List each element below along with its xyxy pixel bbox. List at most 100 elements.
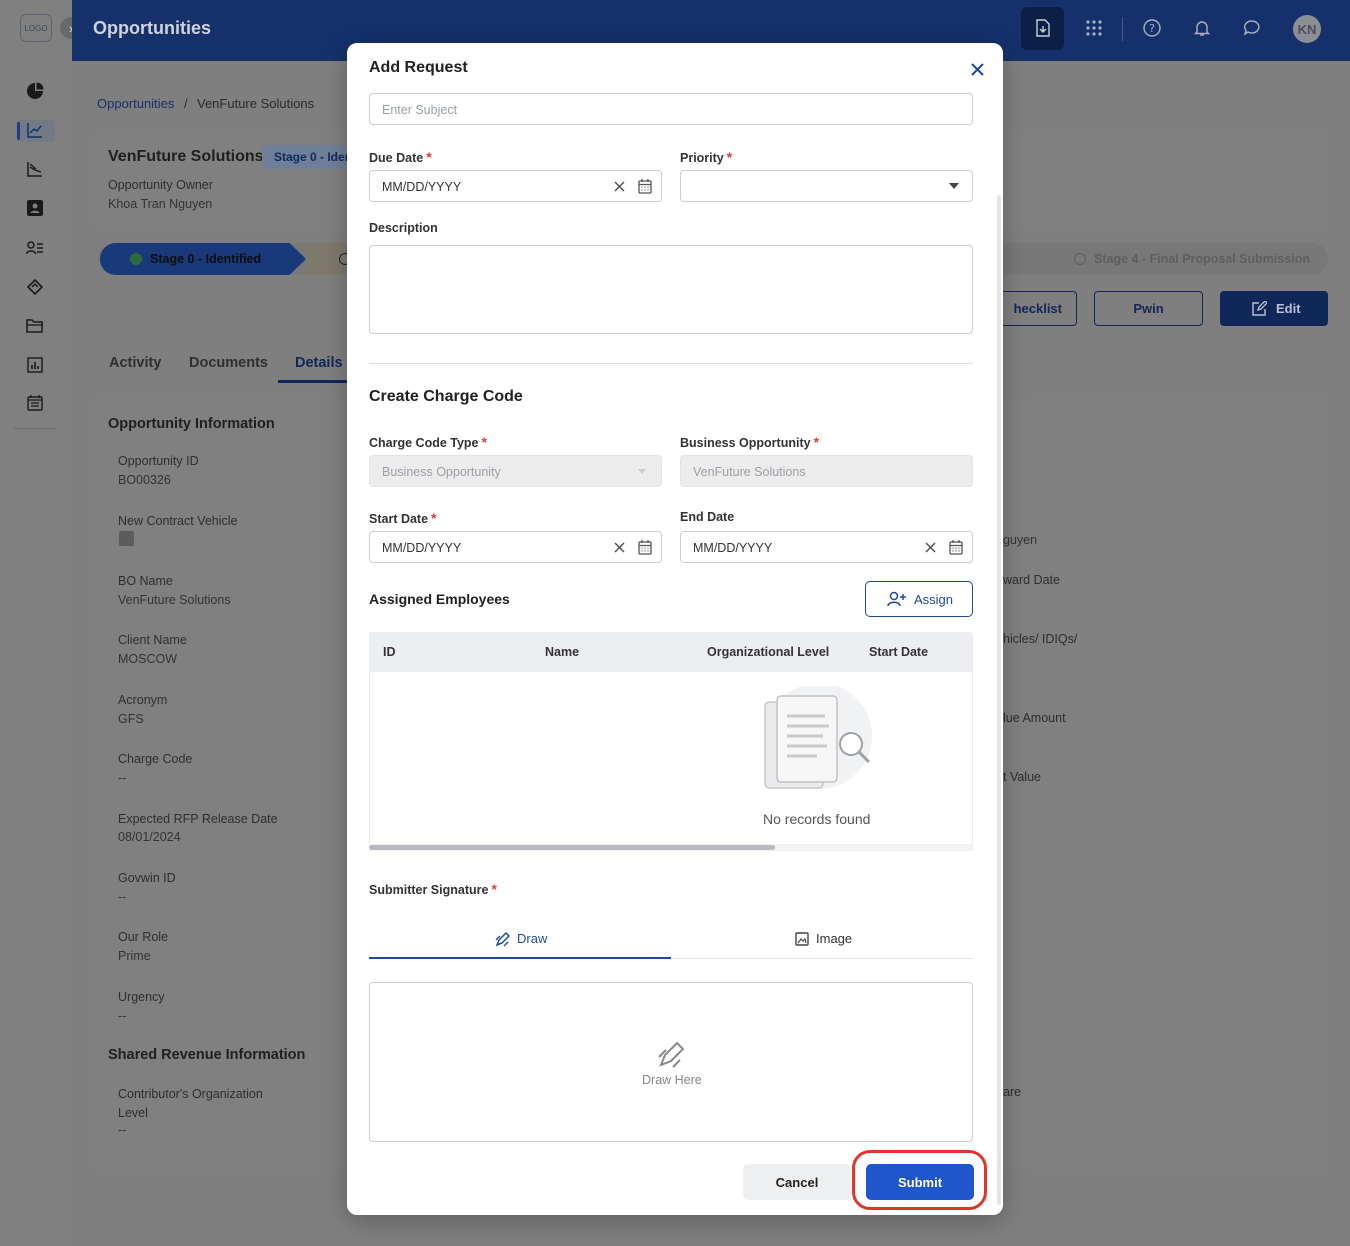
- tab-draw-underline: [369, 957, 671, 959]
- chevron-down-icon: [638, 469, 646, 474]
- field-label: Contributor's Organization Level: [118, 1087, 263, 1120]
- download-icon: [1031, 16, 1055, 40]
- field-value: --: [118, 771, 127, 785]
- signature-label: Submitter Signature *: [369, 881, 497, 897]
- field-value: BO00326: [118, 473, 171, 487]
- topbar-divider: [1122, 17, 1123, 41]
- stage-check-icon: [130, 253, 142, 265]
- contract-vehicle-checkbox[interactable]: [119, 531, 134, 546]
- subject-input[interactable]: Enter Subject: [369, 93, 973, 125]
- start-date-input[interactable]: MM/DD/YYYY: [369, 531, 662, 563]
- logo: LOGO: [20, 14, 52, 42]
- field-value: guyen: [1003, 533, 1038, 547]
- line-chart-icon[interactable]: [25, 159, 45, 179]
- no-records-illustration-icon: [764, 686, 872, 789]
- empty-state-text: No records found: [763, 811, 871, 827]
- field-value: --: [118, 1123, 127, 1137]
- end-date-label: End Date: [680, 510, 735, 524]
- tab-documents[interactable]: Documents: [189, 355, 268, 371]
- due-date-label: Due Date *: [369, 149, 432, 165]
- field-value: --: [118, 1009, 127, 1023]
- chat-icon[interactable]: [1240, 16, 1264, 40]
- stage-badge: Stage 0 - Ider: [262, 145, 350, 169]
- trend-chart-icon[interactable]: [25, 120, 45, 140]
- calendar-icon: [638, 540, 652, 555]
- sidebar-divider: [14, 428, 56, 429]
- opportunity-name: VenFuture Solutions: [108, 148, 264, 165]
- start-date-label: Start Date *: [369, 510, 437, 526]
- due-date-input[interactable]: MM/DD/YYYY: [369, 170, 662, 202]
- business-opportunity-label: Business Opportunity *: [680, 434, 820, 450]
- apps-grid-icon[interactable]: [1082, 16, 1106, 40]
- business-opportunity-field: VenFuture Solutions: [680, 455, 973, 487]
- draw-here-text: Draw Here: [642, 1073, 702, 1087]
- field-label: t Value: [1003, 770, 1041, 784]
- add-request-modal: Add Request Enter Subject Due Date * MM/D…: [347, 43, 1003, 1215]
- clear-icon: [614, 181, 625, 192]
- breadcrumb-current: VenFuture Solutions: [197, 96, 315, 111]
- divider: [369, 363, 973, 364]
- tab-details[interactable]: Details: [295, 355, 343, 371]
- clear-icon: [925, 542, 936, 553]
- field-label: Client Name: [118, 633, 187, 647]
- help-icon[interactable]: ?: [1140, 16, 1164, 40]
- pie-chart-icon[interactable]: [25, 81, 45, 101]
- table-scrollbar-thumb[interactable]: [369, 845, 775, 850]
- bell-icon[interactable]: [1190, 16, 1214, 40]
- field-label: are: [1003, 1085, 1022, 1099]
- field-value: MOSCOW: [118, 652, 178, 666]
- field-label: BO Name: [118, 574, 173, 588]
- field-label: Expected RFP Release Date: [118, 812, 278, 826]
- assigned-employees-title: Assigned Employees: [369, 591, 510, 607]
- edit-button[interactable]: Edit: [1220, 291, 1328, 326]
- column-header-start-date: Start Date: [869, 645, 929, 659]
- signature-pen-icon: [658, 1041, 685, 1068]
- signature-draw-area[interactable]: Draw Here: [369, 982, 973, 1142]
- field-label: Charge Code: [118, 752, 193, 766]
- user-list-icon[interactable]: [25, 238, 45, 258]
- calendar-list-icon[interactable]: [25, 393, 45, 413]
- field-label: Urgency: [118, 990, 165, 1004]
- description-textarea[interactable]: [369, 245, 973, 334]
- stage-last-label: Stage 4 - Final Proposal Submission: [1094, 252, 1311, 266]
- field-label: hicles/ IDIQs/: [1003, 632, 1078, 646]
- cancel-button[interactable]: Cancel: [743, 1164, 851, 1200]
- modal-scrollbar[interactable]: [997, 195, 1001, 1205]
- avatar[interactable]: KN: [1293, 15, 1321, 43]
- edit-icon: [1252, 301, 1267, 316]
- description-label: Description: [369, 221, 438, 235]
- sidebar: [0, 0, 72, 1246]
- folder-icon[interactable]: [25, 316, 45, 336]
- charge-code-type-label: Charge Code Type *: [369, 434, 487, 450]
- field-label: lue Amount: [1003, 711, 1066, 725]
- owner-name: Khoa Tran Nguyen: [108, 197, 213, 211]
- bar-chart-icon[interactable]: [25, 355, 45, 375]
- contact-card-icon[interactable]: [25, 198, 45, 218]
- column-header-name: Name: [545, 645, 580, 659]
- field-value: VenFuture Solutions: [118, 593, 231, 607]
- tab-activity[interactable]: Activity: [109, 355, 161, 371]
- close-icon[interactable]: [967, 59, 987, 79]
- tab-image[interactable]: Image: [671, 920, 973, 960]
- field-label: Opportunity ID: [118, 454, 199, 468]
- tab-draw[interactable]: Draw: [369, 920, 671, 960]
- stage-circle-icon: [1074, 253, 1086, 265]
- owner-label: Opportunity Owner: [108, 178, 213, 192]
- field-label: ward Date: [1003, 573, 1060, 587]
- priority-select[interactable]: [680, 170, 973, 202]
- shared-revenue-title: Shared Revenue Information: [108, 1047, 306, 1063]
- checklist-button[interactable]: hecklist: [990, 291, 1077, 326]
- page-title: Opportunities: [93, 18, 211, 38]
- add-user-icon: [887, 591, 906, 607]
- clear-icon: [614, 542, 625, 553]
- table-header: ID Name Organizational Level Start Date: [369, 632, 972, 672]
- field-value: 08/01/2024: [118, 830, 181, 844]
- pwin-button[interactable]: Pwin: [1094, 291, 1203, 326]
- handshake-icon[interactable]: [25, 277, 45, 297]
- stage-current-label: Stage 0 - Identified: [150, 252, 262, 266]
- assign-button[interactable]: Assign: [865, 581, 973, 617]
- end-date-input[interactable]: MM/DD/YYYY: [680, 531, 973, 563]
- field-label: Our Role: [118, 930, 169, 944]
- breadcrumb-root[interactable]: Opportunities: [97, 96, 174, 111]
- charge-code-title: Create Charge Code: [369, 388, 523, 405]
